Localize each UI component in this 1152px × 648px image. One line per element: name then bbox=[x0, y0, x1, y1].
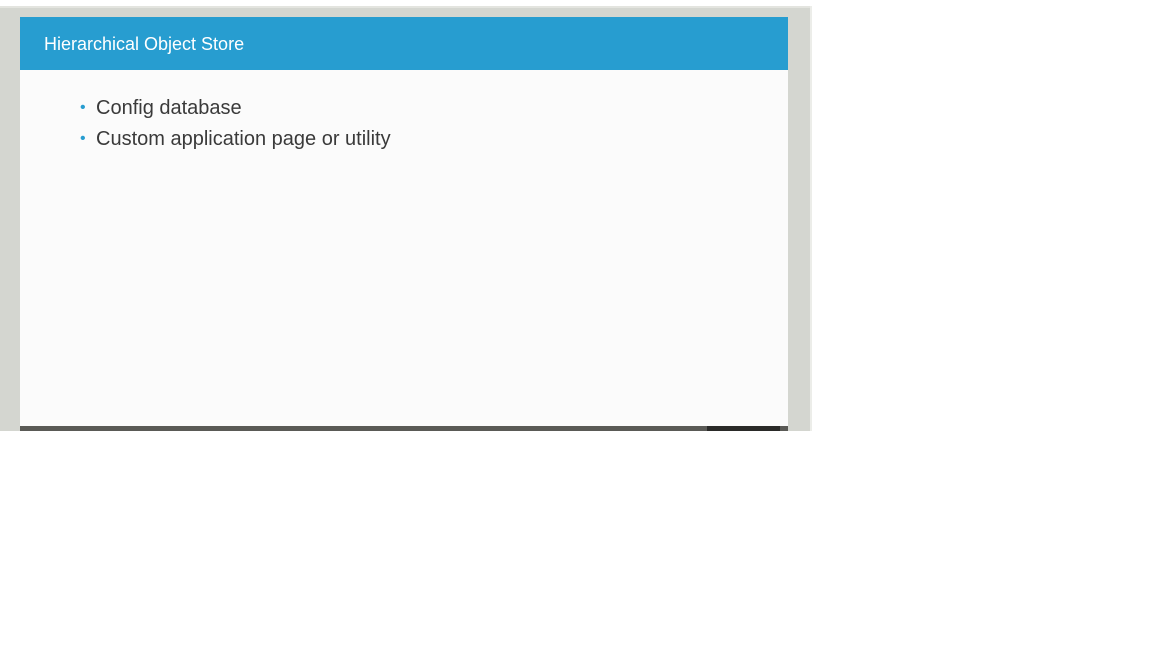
bullet-icon: • bbox=[80, 130, 86, 147]
frame-edge bbox=[810, 6, 812, 431]
bullet-icon: • bbox=[80, 99, 86, 116]
bullet-text: Custom application page or utility bbox=[96, 128, 391, 150]
slide: Hierarchical Object Store • Config datab… bbox=[20, 17, 788, 431]
slide-progress-bar bbox=[20, 426, 788, 431]
slide-header: Hierarchical Object Store bbox=[20, 17, 788, 70]
slide-title: Hierarchical Object Store bbox=[44, 34, 245, 54]
viewport: Hierarchical Object Store • Config datab… bbox=[0, 0, 1152, 648]
bullet-text: Config database bbox=[96, 97, 242, 119]
slide-progress-indicator bbox=[707, 426, 780, 431]
